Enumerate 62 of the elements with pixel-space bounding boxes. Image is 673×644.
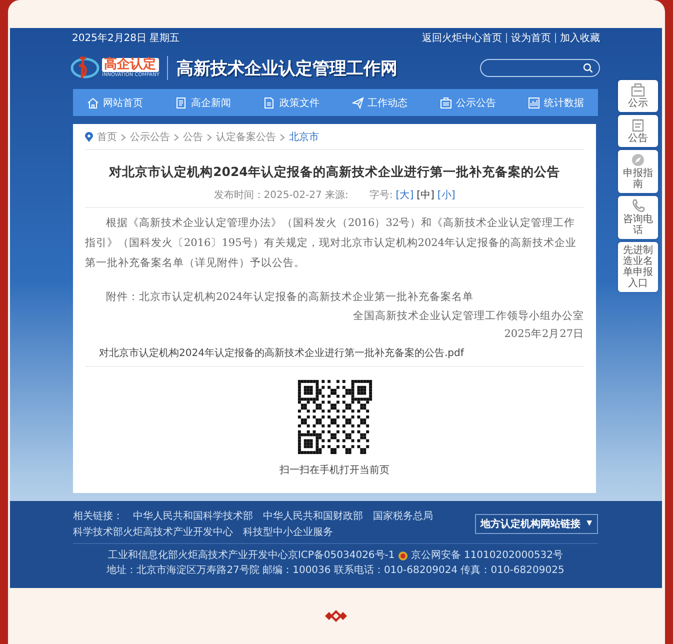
file-link[interactable]: 对北京市认定机构2024年认定报备的高新技术企业进行第一批补充备案的公告.pdf: [99, 346, 584, 360]
font-size-option[interactable]: [大]: [396, 188, 414, 202]
site-title: 高新技术企业认定管理工作网: [176, 58, 398, 80]
article-paragraph: 根据《高新技术企业认定管理办法》（国科发火（2016）32号）和《高新技术企业认定管理工作指引》（国科发火〔2016〕195号）有关规定，现对北京市认定机构2024年认定报备的高新技术企业第一批补充备案名单（详见附件）予以公告。: [85, 216, 578, 271]
document-icon: [175, 96, 188, 108]
font-size-option[interactable]: [中]: [416, 188, 434, 202]
side-button[interactable]: 公示: [618, 80, 658, 112]
footer-link[interactable]: 中华人民共和国财政部: [263, 509, 363, 523]
file-icon: [263, 96, 276, 108]
footer-link[interactable]: 科技型中小企业服务: [243, 525, 333, 539]
diamond-ornament-icon: [323, 609, 349, 623]
chevron-right-icon: [207, 134, 212, 140]
chart-icon: [528, 96, 540, 108]
chevron-right-icon: [174, 134, 179, 140]
date-text: 2025年2月28日 星期五: [72, 32, 180, 45]
top-link[interactable]: 设为首页: [511, 31, 551, 45]
police-record-link[interactable]: 京公网安备 11010202000532号: [410, 548, 564, 563]
notepad-icon: [631, 118, 645, 132]
side-button[interactable]: 咨询电话: [618, 196, 658, 239]
qr-caption: 扫一扫在手机打开当前页: [280, 464, 390, 477]
phone-icon: [631, 199, 645, 213]
article-title: 对北京市认定机构2024年认定报备的高新技术企业进行第一批补充备案的公告: [108, 164, 561, 181]
footer-link[interactable]: 国家税务总局: [373, 509, 433, 523]
side-button[interactable]: 申报指南: [618, 150, 658, 193]
compass-icon: [631, 153, 645, 167]
breadcrumb-link[interactable]: 认定备案公告: [216, 130, 276, 144]
address-text: 地址：北京市海淀区万寿路27号院 邮编：100036 联系电话：010-68209024 传真：010-68209025: [106, 564, 566, 578]
breadcrumb-link[interactable]: 公告: [183, 130, 203, 144]
breadcrumb-link[interactable]: 北京市: [289, 130, 319, 144]
side-button[interactable]: 先进制造业名单申报入口: [618, 242, 658, 292]
breadcrumb-link[interactable]: 公示公告: [130, 130, 170, 144]
attachment-text: 附件：北京市认定机构2024年认定报备的高新技术企业第一批补充备案名单: [105, 290, 475, 305]
board-icon: [440, 96, 452, 108]
board-icon: [631, 83, 645, 97]
footer-link[interactable]: 科学技术部火炬高技术产业开发中心: [73, 525, 233, 539]
signature-text: 全国高新技术企业认定管理工作领导小组办公室: [352, 309, 584, 324]
nav-item[interactable]: 高企新闻: [175, 96, 232, 110]
font-size-label: 字号:: [369, 188, 393, 202]
location-pin-icon: [85, 132, 93, 142]
nav-item[interactable]: 公示公告: [440, 96, 496, 110]
signature-text: 2025年2月27日: [503, 327, 584, 342]
search-field[interactable]: [480, 59, 600, 77]
font-size-option[interactable]: [小]: [437, 188, 456, 202]
paper-plane-icon: [352, 96, 364, 108]
side-button[interactable]: 公告: [618, 115, 658, 147]
links-label: 相关链接：: [73, 510, 123, 523]
nav-item[interactable]: 政策文件: [263, 96, 320, 110]
footer-link[interactable]: 中华人民共和国科学技术部: [133, 509, 253, 523]
nav-item[interactable]: 工作动态: [352, 96, 408, 110]
chevron-right-icon: [280, 134, 285, 140]
home-icon: [87, 96, 99, 108]
logo-text: 高企认定: [102, 58, 160, 72]
icp-link[interactable]: 工业和信息化部火炬高技术产业开发中心京ICP备05034026号-1: [108, 548, 395, 563]
chevron-right-icon: [121, 134, 126, 140]
publish-info: 发布时间：2025-02-27 来源:: [214, 188, 348, 202]
nav-item[interactable]: 统计数据: [528, 96, 584, 110]
nav-item[interactable]: 网站首页: [87, 96, 143, 110]
police-badge-icon: [398, 550, 408, 560]
breadcrumb-link[interactable]: 首页: [97, 130, 117, 144]
top-link[interactable]: 加入收藏: [560, 31, 600, 45]
search-icon[interactable]: [583, 63, 593, 73]
top-link[interactable]: 返回火炬中心首页: [422, 31, 502, 45]
